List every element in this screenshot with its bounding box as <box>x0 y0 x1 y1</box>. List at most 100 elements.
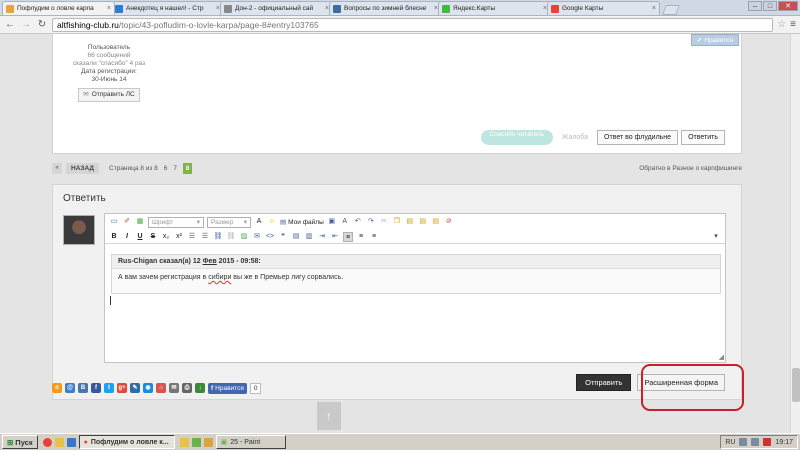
task-paint[interactable]: ▣ 25 - Paint <box>215 435 286 449</box>
prev-page-button[interactable]: « <box>52 162 62 174</box>
reload-icon[interactable]: ↻ <box>36 19 48 30</box>
forward-icon[interactable]: → <box>20 19 32 30</box>
new-tab-button[interactable] <box>662 5 680 15</box>
page-link-6[interactable]: 6 <box>164 165 168 172</box>
paint-icon[interactable] <box>191 437 201 447</box>
start-button[interactable]: ⊞ Пуск <box>2 435 38 449</box>
livejournal-icon[interactable]: ✎ <box>130 383 140 393</box>
paste-word-icon[interactable]: ▤ <box>431 217 441 227</box>
copy-icon[interactable]: ❐ <box>392 217 402 227</box>
twitter-icon[interactable]: t <box>104 383 114 393</box>
undo-icon[interactable]: ↶ <box>353 217 363 227</box>
superscript-icon[interactable]: x² <box>174 232 184 242</box>
googleplus-icon[interactable]: g+ <box>117 383 127 393</box>
smiley-icon[interactable]: ☺ <box>267 217 277 227</box>
indent-icon[interactable]: ⇥ <box>317 232 327 242</box>
language-indicator[interactable]: RU <box>725 439 735 446</box>
maximize-button[interactable]: □ <box>763 1 777 11</box>
spoiler-icon[interactable]: ▤ <box>291 232 301 242</box>
network-icon[interactable] <box>739 438 748 446</box>
font-select[interactable]: Шрифт ▾ <box>148 216 204 228</box>
redo-icon[interactable]: ↷ <box>366 217 376 227</box>
back-to-forum-link[interactable]: Обратно в Разное о карпфишинге <box>639 165 742 172</box>
browser-tab[interactable]: Пофлудим о ловле карпа × <box>2 1 115 15</box>
browser-tab[interactable]: Вопросы по зимней блесне × <box>329 1 442 15</box>
quote-icon[interactable]: ❝ <box>278 232 288 242</box>
chrome-icon[interactable] <box>42 437 52 447</box>
cut-icon[interactable]: ✂ <box>379 217 389 227</box>
volume-icon[interactable] <box>751 438 760 446</box>
email-link-icon[interactable]: ✉ <box>252 232 262 242</box>
browser-tab[interactable]: Дон-2 - официальный сай × <box>220 1 333 15</box>
underline-icon[interactable]: U <box>135 232 145 242</box>
table-icon[interactable]: ▦ <box>135 217 145 227</box>
back-icon[interactable]: ← <box>4 19 16 30</box>
bulleted-list-icon[interactable]: ☰ <box>200 232 210 242</box>
link-icon[interactable]: ⛓ <box>213 232 223 242</box>
back-button[interactable]: НАЗАД <box>66 162 100 174</box>
eraser-icon[interactable]: ✐ <box>122 217 132 227</box>
task-chrome[interactable]: ● Пофлудим о ловле к... <box>78 435 175 449</box>
page-link-7[interactable]: 7 <box>173 165 177 172</box>
send-pm-button[interactable]: ✉ Отправить ЛС <box>78 88 140 102</box>
numbered-list-icon[interactable]: ☰ <box>187 232 197 242</box>
italic-icon[interactable]: I <box>122 232 132 242</box>
image-icon[interactable]: ▨ <box>239 232 249 242</box>
page-break-icon[interactable]: ▥ <box>304 232 314 242</box>
paste-icon[interactable]: ▤ <box>405 217 415 227</box>
send-button[interactable]: Отправить <box>576 374 632 391</box>
outdent-icon[interactable]: ⇤ <box>330 232 340 242</box>
bookmark-star-icon[interactable]: ☆ <box>777 19 786 30</box>
close-window-button[interactable]: ✕ <box>778 1 798 11</box>
thanks-button[interactable]: Спасибо читатель <box>480 130 553 145</box>
media-icon[interactable]: ▣ <box>327 217 337 227</box>
align-left-icon[interactable]: ≡ <box>343 231 353 242</box>
url-input[interactable]: altfishing-club.ru/topic/43-pofludim-o-l… <box>52 17 774 32</box>
vkontakte-icon[interactable]: В <box>78 383 88 393</box>
mailru-icon[interactable]: @ <box>65 383 75 393</box>
extended-form-button[interactable]: Расширенная форма <box>637 374 725 391</box>
folder-icon[interactable] <box>54 437 64 447</box>
subscript-icon[interactable]: x₂ <box>161 232 171 242</box>
download-icon[interactable]: ↓ <box>195 383 205 393</box>
scrollbar-thumb[interactable] <box>792 368 800 402</box>
size-select[interactable]: Размер ▾ <box>207 216 251 228</box>
complain-link[interactable]: Жалоба <box>562 134 588 141</box>
bold-icon[interactable]: B <box>109 232 119 242</box>
code-icon[interactable]: <> <box>265 232 275 242</box>
email-icon[interactable]: ✉ <box>169 383 179 393</box>
moimir-icon[interactable]: ◉ <box>143 383 153 393</box>
print-icon[interactable]: ⎙ <box>182 383 192 393</box>
close-tab-icon[interactable]: × <box>652 5 656 12</box>
browser-tab[interactable]: Анекдотец я нашел! - Стр × <box>111 1 224 15</box>
unlink-icon[interactable]: ⛓ <box>226 232 236 242</box>
spellcheck-icon[interactable]: A <box>340 217 350 227</box>
remove-format-icon[interactable]: ⊘ <box>444 217 454 227</box>
odnoklassniki-icon[interactable]: о <box>52 383 62 393</box>
resize-handle-icon[interactable]: ◢ <box>719 353 724 361</box>
home-icon[interactable]: ⌂ <box>156 383 166 393</box>
facebook-icon[interactable]: f <box>91 383 101 393</box>
text-color-icon[interactable]: A <box>254 217 264 227</box>
toolbar-collapse-icon[interactable]: ▾ <box>711 232 721 242</box>
like-button[interactable]: ✔ Нравится <box>691 34 739 46</box>
folder-icon[interactable] <box>179 437 189 447</box>
browser-tab[interactable]: Google Карты × <box>547 1 660 15</box>
strikethrough-icon[interactable]: S <box>148 232 158 242</box>
media-player-icon[interactable] <box>66 437 76 447</box>
paste-text-icon[interactable]: ▤ <box>418 217 428 227</box>
facebook-like-button[interactable]: f Нравится <box>208 382 247 394</box>
vertical-scrollbar[interactable] <box>790 34 800 433</box>
source-icon[interactable]: ▭ <box>109 217 119 227</box>
photo-icon[interactable] <box>203 437 213 447</box>
browser-tab[interactable]: Яндекс.Карты × <box>438 1 551 15</box>
reply-flood-button[interactable]: Ответ во флудильне <box>597 130 679 145</box>
align-right-icon[interactable]: ≡ <box>369 232 379 242</box>
my-files-button[interactable]: ▤ Мои файлы <box>280 218 324 227</box>
minimize-button[interactable]: – <box>748 1 762 11</box>
antivirus-icon[interactable] <box>763 438 772 446</box>
close-tab-icon[interactable]: × <box>107 5 111 12</box>
align-center-icon[interactable]: ≡ <box>356 232 366 242</box>
reply-button[interactable]: Ответить <box>681 130 725 145</box>
scroll-to-top-button[interactable]: ↑ <box>317 402 341 430</box>
